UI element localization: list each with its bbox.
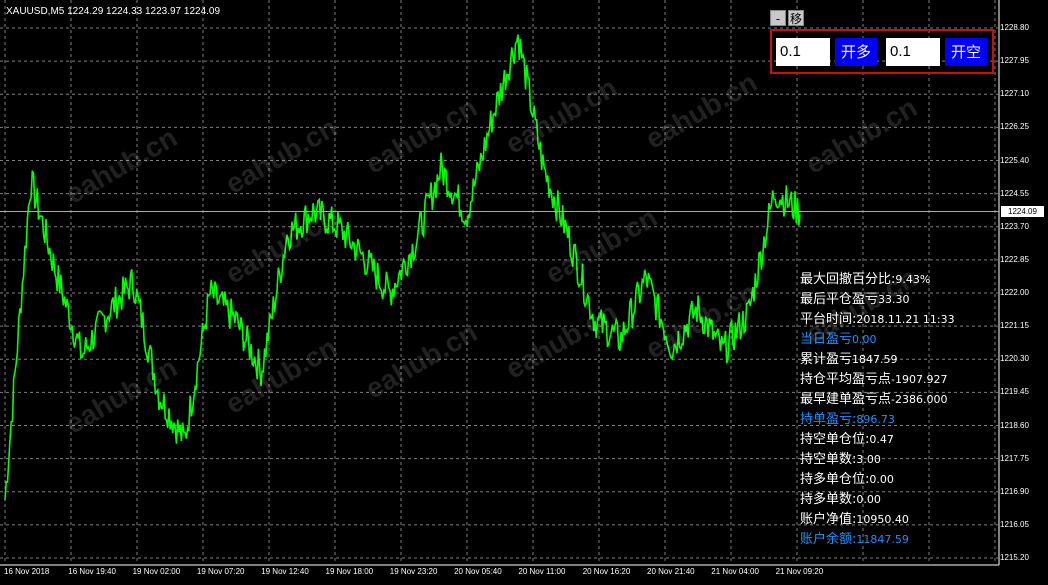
stat-value: 11847.59: [856, 533, 909, 546]
stat-value: 0.47: [869, 433, 894, 446]
time-tick-label: 20 Nov 11:00: [518, 567, 566, 576]
time-tick-label: 16 Nov 19:40: [68, 567, 116, 576]
stat-row: 累计盈亏1847.59: [800, 350, 955, 370]
stat-row: 持多单数:0.00: [800, 490, 955, 510]
price-tick-label: 1220.30: [1000, 354, 1029, 364]
stat-label: 持空单仓位:: [800, 432, 870, 447]
stat-value: -2386.000: [891, 393, 948, 406]
stat-label: 账户余额:: [800, 532, 857, 547]
price-tick-label: 1218.60: [1000, 420, 1029, 430]
price-tick-label: 1219.45: [1000, 387, 1029, 397]
stat-label: 持多单仓位:: [800, 472, 870, 487]
stat-label: 累计盈亏: [800, 352, 853, 367]
stat-value: 3.00: [856, 453, 881, 466]
price-tick-label: 1222.85: [1000, 254, 1029, 264]
stat-row: 持单盈亏:896.73: [800, 410, 955, 430]
open-short-button[interactable]: 开空: [945, 38, 987, 66]
stat-row: 账户余额:11847.59: [800, 530, 955, 550]
time-tick-label: 19 Nov 02:00: [132, 567, 181, 576]
stat-label: 持仓平均盈亏点: [800, 372, 892, 387]
stat-value: 1847.59: [852, 353, 898, 366]
stat-row: 持多单仓位:0.00: [800, 470, 955, 490]
current-price-label: 1224.09: [1001, 205, 1044, 217]
time-tick-label: 21 Nov 09:20: [775, 567, 824, 576]
stat-label: 持单盈亏:: [800, 412, 857, 427]
price-tick-label: 1227.95: [1000, 56, 1029, 66]
price-tick-label: 1221.15: [1000, 321, 1029, 331]
stat-value: 0.00: [869, 473, 894, 486]
stat-label: 最早建单盈亏点: [800, 392, 892, 407]
stat-row: 账户净值:10950.40: [800, 510, 955, 530]
price-tick-label: 1216.90: [1000, 486, 1029, 496]
time-tick-label: 16 Nov 2018: [4, 567, 50, 576]
open-long-button[interactable]: 开多: [835, 38, 877, 66]
price-tick-label: 1224.55: [1000, 188, 1029, 198]
move-button[interactable]: 移: [788, 10, 804, 26]
long-lot-input[interactable]: 0.1: [776, 38, 830, 66]
symbol-info: XAUUSD,M5 1224.29 1224.33 1223.97 1224.0…: [6, 6, 221, 17]
stat-value: -1907.927: [891, 373, 948, 386]
stat-label: 账户净值:: [800, 512, 857, 527]
trade-panel: 0.1 开多 0.1 开空: [770, 29, 994, 74]
time-tick-label: 19 Nov 07:20: [196, 567, 245, 576]
time-tick-label: 21 Nov 04:00: [711, 567, 759, 576]
price-tick-label: 1215.20: [1000, 553, 1029, 562]
price-tick-label: 1217.75: [1000, 453, 1029, 463]
stat-label: 持空单数:: [800, 452, 857, 467]
price-tick-label: 1227.10: [1000, 89, 1029, 99]
price-tick-label: 1216.05: [1000, 519, 1029, 529]
stat-label: 持多单数:: [800, 492, 857, 507]
stat-value: 0.00: [852, 333, 877, 346]
stat-row: 持空单数:3.00: [800, 450, 955, 470]
stat-row: 最早建单盈亏点-2386.000: [800, 390, 955, 410]
price-tick-label: 1226.25: [1000, 122, 1029, 132]
time-tick-label: 20 Nov 21:40: [647, 567, 695, 576]
stat-value: 0.00: [856, 493, 881, 506]
price-tick-label: 1222.00: [1000, 288, 1029, 297]
short-lot-input[interactable]: 0.1: [886, 38, 940, 66]
price-tick-label: 1223.70: [1000, 221, 1029, 231]
time-tick-label: 20 Nov 16:20: [582, 567, 631, 576]
minimize-button[interactable]: -: [770, 10, 786, 26]
price-tick-label: 1228.80: [1000, 23, 1029, 32]
time-tick-label: 19 Nov 23:20: [389, 567, 438, 576]
stat-value: 10950.40: [856, 513, 909, 526]
stat-value: 896.73: [856, 413, 895, 426]
stat-row: 持空单仓位:0.47: [800, 430, 955, 450]
price-tick-label: 1225.40: [1000, 155, 1029, 165]
stat-row: 持仓平均盈亏点-1907.927: [800, 370, 955, 390]
time-tick-label: 19 Nov 12:40: [261, 567, 309, 576]
time-tick-label: 19 Nov 18:00: [325, 567, 374, 576]
time-tick-label: 20 Nov 05:40: [454, 567, 502, 576]
